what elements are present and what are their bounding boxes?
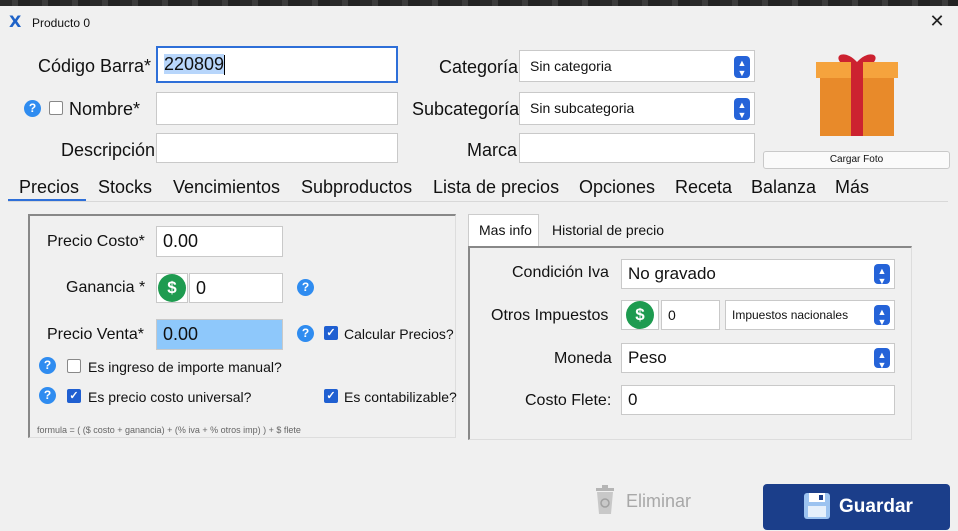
ganancia-input[interactable]: 0 xyxy=(189,273,283,303)
recycle-bin-icon xyxy=(596,485,614,514)
subcategoria-label: Subcategoría xyxy=(412,99,520,119)
calcular-precios-label: Calcular Precios? xyxy=(344,326,454,342)
moneda-value: Peso xyxy=(628,348,667,367)
dollar-icon: $ xyxy=(158,274,186,302)
tab-lista-de-precios[interactable]: Lista de precios xyxy=(433,177,559,198)
nombre-label: Nombre* xyxy=(69,99,141,119)
precio-venta-input[interactable]: 0.00 xyxy=(156,319,283,350)
codigo-barra-input[interactable]: 220809 xyxy=(156,46,398,83)
costo-universal-label: Es precio costo universal? xyxy=(88,389,252,405)
guardar-button[interactable]: Guardar xyxy=(763,484,950,530)
calcular-precios-checkbox[interactable]: ✓ xyxy=(324,326,338,340)
nombre-input[interactable] xyxy=(156,92,398,125)
contabilizable-label: Es contabilizable? xyxy=(344,389,457,405)
otros-impuestos-input[interactable]: 0 xyxy=(661,300,720,330)
condicion-iva-label: Condición Iva xyxy=(512,264,609,281)
tab-stocks[interactable]: Stocks xyxy=(98,177,152,198)
tab-subproductos[interactable]: Subproductos xyxy=(301,177,412,198)
condicion-iva-value: No gravado xyxy=(628,264,716,283)
tab-precios[interactable]: Precios xyxy=(19,177,79,198)
descripcion-label: Descripción xyxy=(61,140,156,160)
tab-receta[interactable]: Receta xyxy=(675,177,732,198)
subcategoria-select[interactable]: Sin subcategoria ▲ ▼ xyxy=(519,92,755,125)
ingreso-manual-label: Es ingreso de importe manual? xyxy=(88,359,282,375)
close-icon[interactable]: ✕ xyxy=(926,10,948,32)
otros-impuestos-tipo-value: Impuestos nacionales xyxy=(732,308,849,322)
otros-impuestos-tipo-select[interactable]: Impuestos nacionales ▲ ▼ xyxy=(725,300,895,330)
spin-icon: ▲ ▼ xyxy=(734,56,750,78)
spin-icon: ▲ ▼ xyxy=(874,348,890,370)
nombre-checkbox[interactable] xyxy=(49,101,63,115)
ganancia-label: Ganancia * xyxy=(66,279,146,296)
tab-mas[interactable]: Más xyxy=(835,177,869,198)
marca-input[interactable] xyxy=(519,133,755,163)
tabs-divider xyxy=(8,201,948,202)
codigo-barra-value: 220809 xyxy=(164,54,225,74)
formula-text: formula = ( ($ costo + ganancia) + (% iv… xyxy=(37,425,301,435)
help-icon[interactable]: ? xyxy=(297,279,314,296)
app-logo-icon: X xyxy=(9,12,22,31)
precio-costo-label: Precio Costo* xyxy=(47,233,145,250)
costo-flete-input[interactable]: 0 xyxy=(621,385,895,415)
otros-impuestos-label: Otros Impuestos xyxy=(491,307,609,324)
descripcion-input[interactable] xyxy=(156,133,398,163)
help-icon[interactable]: ? xyxy=(39,387,56,404)
help-icon[interactable]: ? xyxy=(24,100,41,117)
guardar-label: Guardar xyxy=(839,496,913,517)
subcategoria-value: Sin subcategoria xyxy=(530,100,635,116)
help-icon[interactable]: ? xyxy=(39,357,56,374)
condicion-iva-select[interactable]: No gravado ▲ ▼ xyxy=(621,259,895,289)
tab-vencimientos[interactable]: Vencimientos xyxy=(173,177,280,198)
eliminar-button[interactable]: Eliminar xyxy=(592,484,702,524)
gift-icon xyxy=(816,54,898,136)
codigo-barra-label: Código Barra* xyxy=(38,56,152,76)
text-caret xyxy=(224,55,226,76)
marca-label: Marca xyxy=(467,140,518,160)
costo-flete-label: Costo Flete: xyxy=(525,392,612,409)
ganancia-currency-button[interactable]: $ xyxy=(156,273,188,303)
subtab-mas-info[interactable]: Mas info xyxy=(479,222,532,238)
eliminar-label: Eliminar xyxy=(626,491,692,511)
costo-universal-checkbox[interactable]: ✓ xyxy=(67,389,81,403)
floppy-disk-icon xyxy=(804,493,830,519)
moneda-label: Moneda xyxy=(554,350,612,367)
categoria-value: Sin categoria xyxy=(530,58,612,74)
window-title: Producto 0 xyxy=(32,16,91,30)
spin-icon: ▲ ▼ xyxy=(874,305,890,327)
subtab-historial-de-precio[interactable]: Historial de precio xyxy=(552,222,664,238)
help-icon[interactable]: ? xyxy=(297,325,314,342)
categoria-label: Categoría xyxy=(439,57,519,77)
product-dialog: X Producto 0 ✕ Código Barra* 220809 ? No… xyxy=(0,6,958,531)
contabilizable-checkbox[interactable]: ✓ xyxy=(324,389,338,403)
precio-venta-label: Precio Venta* xyxy=(47,326,144,343)
categoria-select[interactable]: Sin categoria ▲ ▼ xyxy=(519,50,755,82)
title-bar: X Producto 0 ✕ xyxy=(0,6,958,38)
precio-costo-input[interactable]: 0.00 xyxy=(156,226,283,257)
spin-icon: ▲ ▼ xyxy=(874,264,890,286)
active-tab-indicator xyxy=(8,199,86,201)
spin-icon: ▲ ▼ xyxy=(734,98,750,120)
tab-opciones[interactable]: Opciones xyxy=(579,177,655,198)
moneda-select[interactable]: Peso ▲ ▼ xyxy=(621,343,895,373)
cargar-foto-button[interactable]: Cargar Foto xyxy=(763,151,950,169)
otros-impuestos-currency-button[interactable]: $ xyxy=(621,300,659,330)
dollar-icon: $ xyxy=(626,301,654,329)
ingreso-manual-checkbox[interactable] xyxy=(67,359,81,373)
tab-balanza[interactable]: Balanza xyxy=(751,177,816,198)
